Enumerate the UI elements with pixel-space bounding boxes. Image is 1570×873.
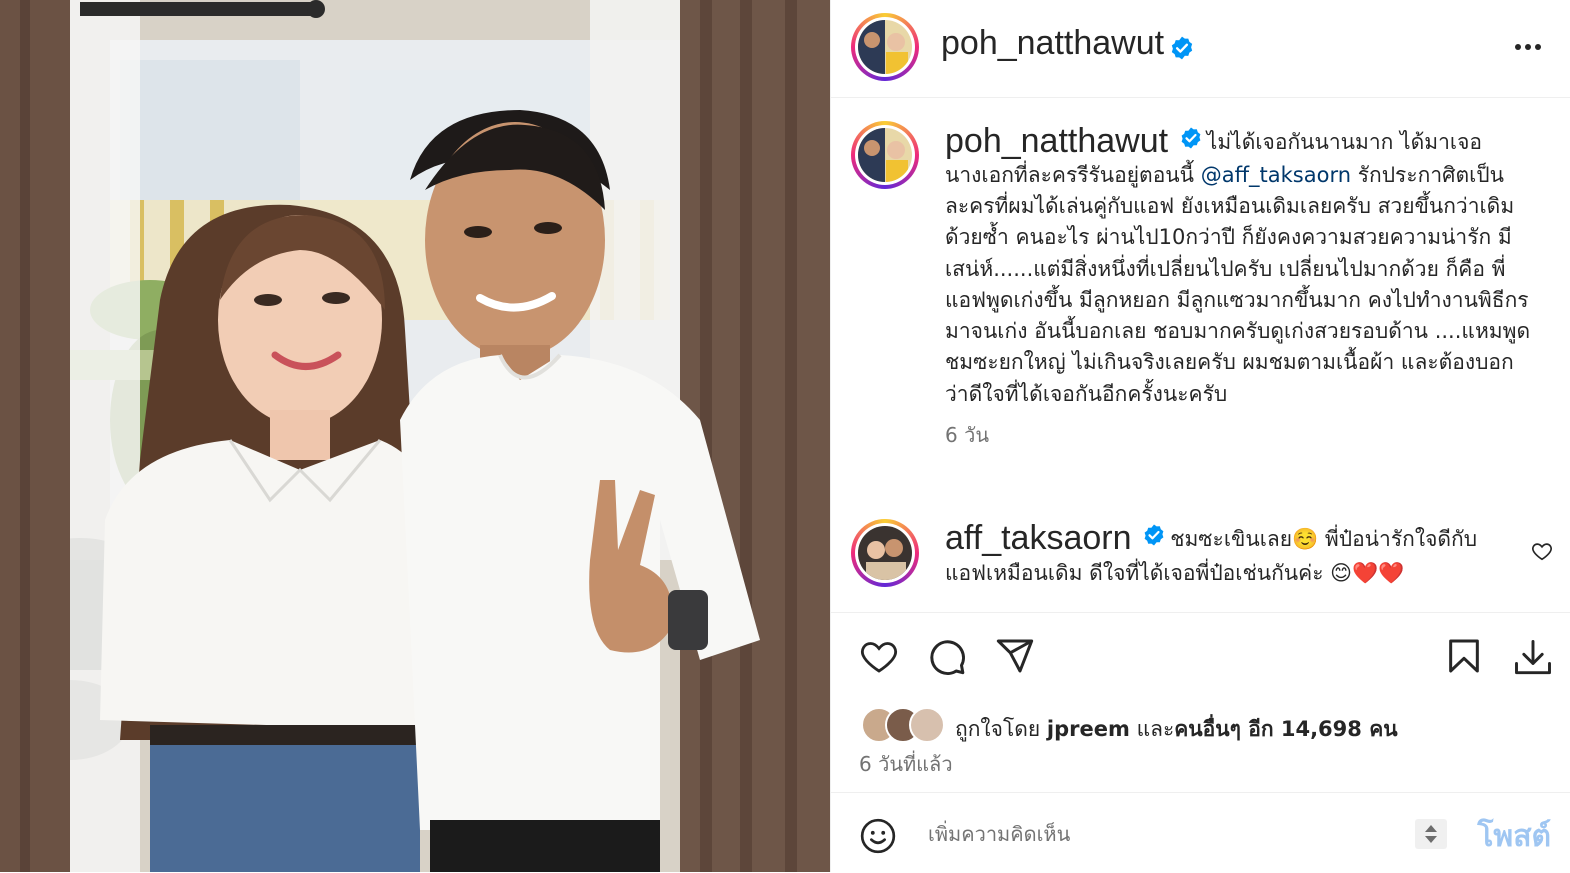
caption-timestamp[interactable]: 6 วัน	[945, 423, 989, 447]
scroll-handle[interactable]	[1415, 819, 1447, 849]
like-button[interactable]	[859, 636, 899, 680]
post-header: poh_natthawut	[831, 0, 1570, 98]
share-icon	[996, 639, 1034, 673]
verified-badge-icon	[1142, 523, 1166, 557]
caption-text: poh_natthawut ไม่ได้เจอกันนานมาก ได้มาเจ…	[945, 124, 1535, 451]
post-comment-button[interactable]: โพสต์	[1477, 813, 1551, 860]
download-button[interactable]	[1511, 636, 1555, 684]
post-sidebar: poh_natthawut poh_natthawut ไม่ได้เจอกัน…	[830, 0, 1570, 872]
comment-avatar[interactable]	[851, 519, 919, 587]
post-photo[interactable]	[0, 0, 830, 872]
caption-avatar[interactable]	[851, 121, 919, 189]
header-username[interactable]: poh_natthawut	[941, 24, 1164, 62]
likes-others-link[interactable]: คนอื่นๆ อีก 14,698 คน	[1174, 717, 1397, 741]
caption-username[interactable]: poh_natthawut	[945, 122, 1168, 160]
avatar	[909, 707, 945, 743]
more-horizontal-icon	[1515, 44, 1541, 50]
liker-username[interactable]: jpreem	[1047, 717, 1130, 741]
likes-summary: ถูกใจโดย jpreem และคนอื่นๆ อีก 14,698 คน	[955, 713, 1398, 746]
download-icon	[1515, 640, 1551, 675]
heart-icon	[861, 642, 897, 673]
comment-input[interactable]	[926, 813, 1410, 855]
comment-username[interactable]: aff_taksaorn	[945, 519, 1132, 557]
caption-body-2: รักประกาศิตเป็นละครที่ผมได้เล่นคู่กับแอฟ…	[945, 162, 1531, 406]
comment-text: aff_taksaorn ชมซะเขินเลย☺️ พี่ป๋อน่ารักใ…	[945, 519, 1515, 590]
likes-prefix: ถูกใจโดย	[955, 717, 1041, 741]
comment-like-button[interactable]	[1531, 540, 1553, 566]
comment-icon	[930, 640, 965, 675]
share-button[interactable]	[995, 636, 1035, 680]
liker-avatars[interactable]	[861, 707, 951, 743]
heart-icon	[1532, 543, 1552, 561]
header-username-row: poh_natthawut	[941, 24, 1195, 65]
emoji-button[interactable]	[859, 817, 897, 859]
comment-button[interactable]	[927, 636, 967, 680]
caption-mention-link[interactable]: @aff_taksaorn	[1201, 163, 1351, 187]
likes-joiner: และ	[1136, 717, 1175, 741]
updown-arrows-icon	[1425, 825, 1437, 843]
more-options-button[interactable]	[1511, 30, 1545, 64]
save-button[interactable]	[1444, 636, 1484, 680]
action-bar	[831, 612, 1570, 702]
add-comment-bar: โพสต์	[831, 792, 1570, 873]
verified-badge-icon	[1179, 126, 1203, 159]
smiley-icon	[860, 818, 896, 854]
bookmark-icon	[1449, 639, 1479, 673]
verified-badge-icon	[1169, 35, 1195, 65]
post-timestamp[interactable]: 6 วันที่แล้ว	[859, 748, 953, 780]
avatar[interactable]	[851, 13, 919, 81]
